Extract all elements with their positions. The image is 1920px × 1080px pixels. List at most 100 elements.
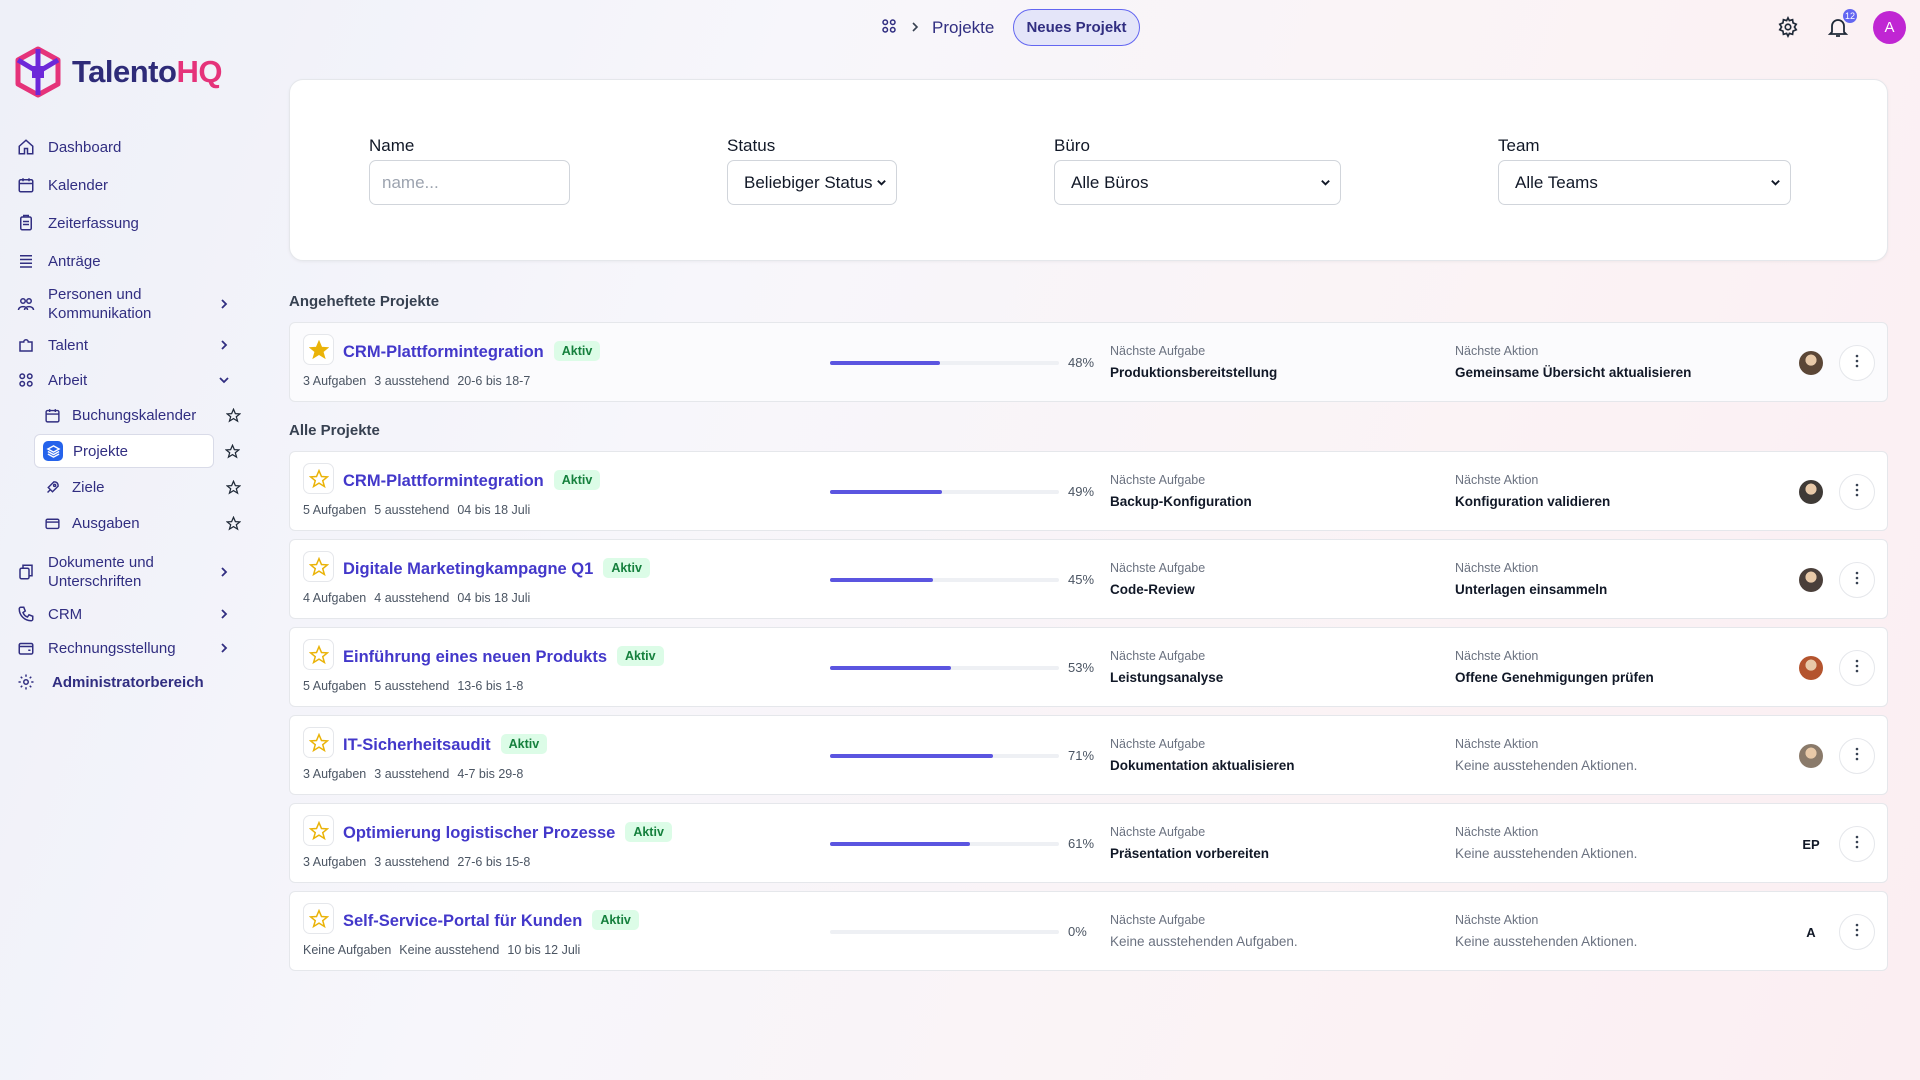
owner-avatar[interactable] bbox=[1799, 656, 1823, 680]
star-outline-icon[interactable] bbox=[223, 442, 241, 460]
project-meta: 5 Aufgaben 5 ausstehend 13-6 bis 1-8 bbox=[303, 679, 531, 693]
next-action-label: Nächste Aktion bbox=[1455, 473, 1539, 487]
date-range: 20-6 bis 18-7 bbox=[457, 374, 531, 388]
star-outline-icon[interactable] bbox=[224, 406, 242, 424]
owner-avatar[interactable]: A bbox=[1799, 920, 1823, 944]
sidebar-subitem-buchungskalender[interactable]: Buchungskalender bbox=[34, 398, 242, 432]
status-badge: Aktiv bbox=[553, 470, 601, 490]
next-action-value: Konfiguration validieren bbox=[1455, 494, 1611, 509]
more-options-button[interactable] bbox=[1839, 474, 1875, 510]
sidebar-item-talent[interactable]: Talent bbox=[16, 332, 242, 358]
project-name-link[interactable]: Einführung eines neuen Produkts Aktiv bbox=[343, 646, 664, 667]
calendar-icon bbox=[16, 175, 36, 195]
brand-name-accent: HQ bbox=[176, 54, 222, 89]
status-badge: Aktiv bbox=[553, 341, 601, 361]
sidebar-item-personen[interactable]: Personen und Kommunikation bbox=[16, 284, 242, 324]
status-badge: Aktiv bbox=[617, 646, 664, 666]
sidebar-item-arbeit[interactable]: Arbeit bbox=[16, 367, 242, 393]
grid-icon bbox=[16, 370, 36, 390]
card-icon bbox=[42, 513, 62, 533]
task-count: 5 Aufgaben bbox=[303, 503, 367, 517]
brand-logo[interactable]: TalentoHQ bbox=[14, 46, 222, 98]
star-outline-icon[interactable] bbox=[224, 514, 242, 532]
breadcrumb-current[interactable]: Projekte bbox=[932, 18, 994, 38]
progress-bar-fill bbox=[830, 754, 993, 758]
progress-percent: 61% bbox=[1068, 836, 1095, 851]
team-filter-select[interactable]: Alle Teams bbox=[1498, 160, 1791, 205]
project-name-link[interactable]: IT-Sicherheitsaudit Aktiv bbox=[343, 734, 548, 755]
sidebar-subitem-label: Ausgaben bbox=[72, 514, 140, 532]
project-name-link[interactable]: CRM-Plattformintegration Aktiv bbox=[343, 341, 601, 362]
more-options-button[interactable] bbox=[1839, 650, 1875, 686]
sidebar-item-zeiterfassung[interactable]: Zeiterfassung bbox=[16, 210, 242, 236]
next-action-value: Unterlagen einsammeln bbox=[1455, 582, 1608, 597]
star-outline-icon[interactable] bbox=[303, 639, 334, 670]
new-project-button[interactable]: Neues Projekt bbox=[1013, 9, 1140, 46]
sidebar-subitem-ausgaben[interactable]: Ausgaben bbox=[34, 506, 242, 540]
sidebar-item-rechnungsstellung[interactable]: Rechnungsstellung bbox=[16, 635, 242, 661]
list-icon bbox=[16, 251, 36, 271]
name-filter-input[interactable]: name... bbox=[369, 160, 570, 205]
chevron-right-icon bbox=[910, 18, 920, 38]
office-filter-value: Alle Büros bbox=[1071, 172, 1149, 192]
chevron-right-icon bbox=[216, 606, 232, 622]
sidebar-item-dokumente[interactable]: Dokumente und Unterschriften bbox=[16, 552, 242, 592]
pending-count: 3 ausstehend bbox=[374, 855, 450, 869]
chevron-right-icon bbox=[216, 337, 232, 353]
phone-icon bbox=[16, 604, 36, 624]
owner-avatar[interactable] bbox=[1799, 568, 1823, 592]
owner-avatar[interactable]: EP bbox=[1799, 832, 1823, 856]
status-filter-label: Status bbox=[727, 136, 776, 155]
next-task-label: Nächste Aufgabe bbox=[1110, 825, 1206, 839]
star-outline-icon[interactable] bbox=[303, 727, 334, 758]
sidebar-subitem-projekte[interactable]: Projekte bbox=[34, 434, 240, 468]
more-options-button[interactable] bbox=[1839, 345, 1875, 381]
more-options-button[interactable] bbox=[1839, 826, 1875, 862]
project-name-link[interactable]: Digitale Marketingkampagne Q1 Aktiv bbox=[343, 558, 650, 579]
project-meta: 3 Aufgaben 3 ausstehend 4-7 bis 29-8 bbox=[303, 767, 531, 781]
status-filter-value: Beliebiger Status bbox=[744, 172, 873, 192]
project-name-link[interactable]: CRM-Plattformintegration Aktiv bbox=[343, 470, 601, 491]
name-filter-label: Name bbox=[369, 136, 415, 155]
owner-avatar[interactable] bbox=[1799, 480, 1823, 504]
project-row: CRM-Plattformintegration Aktiv 3 Aufgaben 3… bbox=[289, 322, 1888, 402]
sidebar-item-label: Dashboard bbox=[48, 138, 122, 156]
owner-avatar[interactable] bbox=[1799, 744, 1823, 768]
sidebar-item-antraege[interactable]: Anträge bbox=[16, 248, 242, 274]
more-options-button[interactable] bbox=[1839, 562, 1875, 598]
rocket-icon bbox=[42, 477, 62, 497]
brand-name-main: Talento bbox=[72, 54, 177, 89]
bell-icon[interactable]: 12 bbox=[1823, 9, 1857, 42]
sidebar-item-crm[interactable]: CRM bbox=[16, 601, 242, 627]
grid-icon[interactable] bbox=[880, 17, 898, 40]
sidebar-item-kalender[interactable]: Kalender bbox=[16, 172, 242, 198]
sidebar-subitem-ziele[interactable]: Ziele bbox=[34, 470, 242, 504]
project-name: Einführung eines neuen Produkts bbox=[343, 648, 608, 666]
star-outline-icon[interactable] bbox=[303, 551, 334, 582]
sidebar-item-label: Rechnungsstellung bbox=[48, 639, 176, 657]
status-filter-select[interactable]: Beliebiger Status bbox=[727, 160, 897, 205]
more-vertical-icon bbox=[1849, 353, 1865, 374]
progress-percent: 53% bbox=[1068, 660, 1095, 675]
project-name-link[interactable]: Optimierung logistischer Prozesse Aktiv bbox=[343, 822, 672, 843]
sidebar-item-admin[interactable]: Administratorbereich bbox=[16, 669, 242, 695]
progress-bar bbox=[830, 666, 1059, 670]
more-options-button[interactable] bbox=[1839, 914, 1875, 950]
user-avatar[interactable]: A bbox=[1873, 11, 1906, 44]
star-filled-icon[interactable] bbox=[303, 334, 334, 365]
project-meta: 3 Aufgaben 3 ausstehend 20-6 bis 18-7 bbox=[303, 374, 538, 388]
owner-avatar[interactable] bbox=[1799, 351, 1823, 375]
star-outline-icon[interactable] bbox=[303, 463, 334, 494]
progress-bar-fill bbox=[830, 490, 943, 494]
star-outline-icon[interactable] bbox=[303, 815, 334, 846]
star-outline-icon[interactable] bbox=[303, 903, 334, 934]
next-action-value: Gemeinsame Übersicht aktualisieren bbox=[1455, 365, 1692, 380]
star-outline-icon[interactable] bbox=[224, 478, 242, 496]
office-filter-label: Büro bbox=[1054, 136, 1090, 155]
office-filter-select[interactable]: Alle Büros bbox=[1054, 160, 1341, 205]
project-name-link[interactable]: Self-Service-Portal für Kunden Aktiv bbox=[343, 910, 639, 931]
project-row: IT-Sicherheitsaudit Aktiv 3 Aufgaben 3 auss… bbox=[289, 715, 1888, 795]
more-options-button[interactable] bbox=[1839, 738, 1875, 774]
sidebar-item-dashboard[interactable]: Dashboard bbox=[16, 134, 242, 160]
settings-icon[interactable] bbox=[1773, 12, 1803, 42]
